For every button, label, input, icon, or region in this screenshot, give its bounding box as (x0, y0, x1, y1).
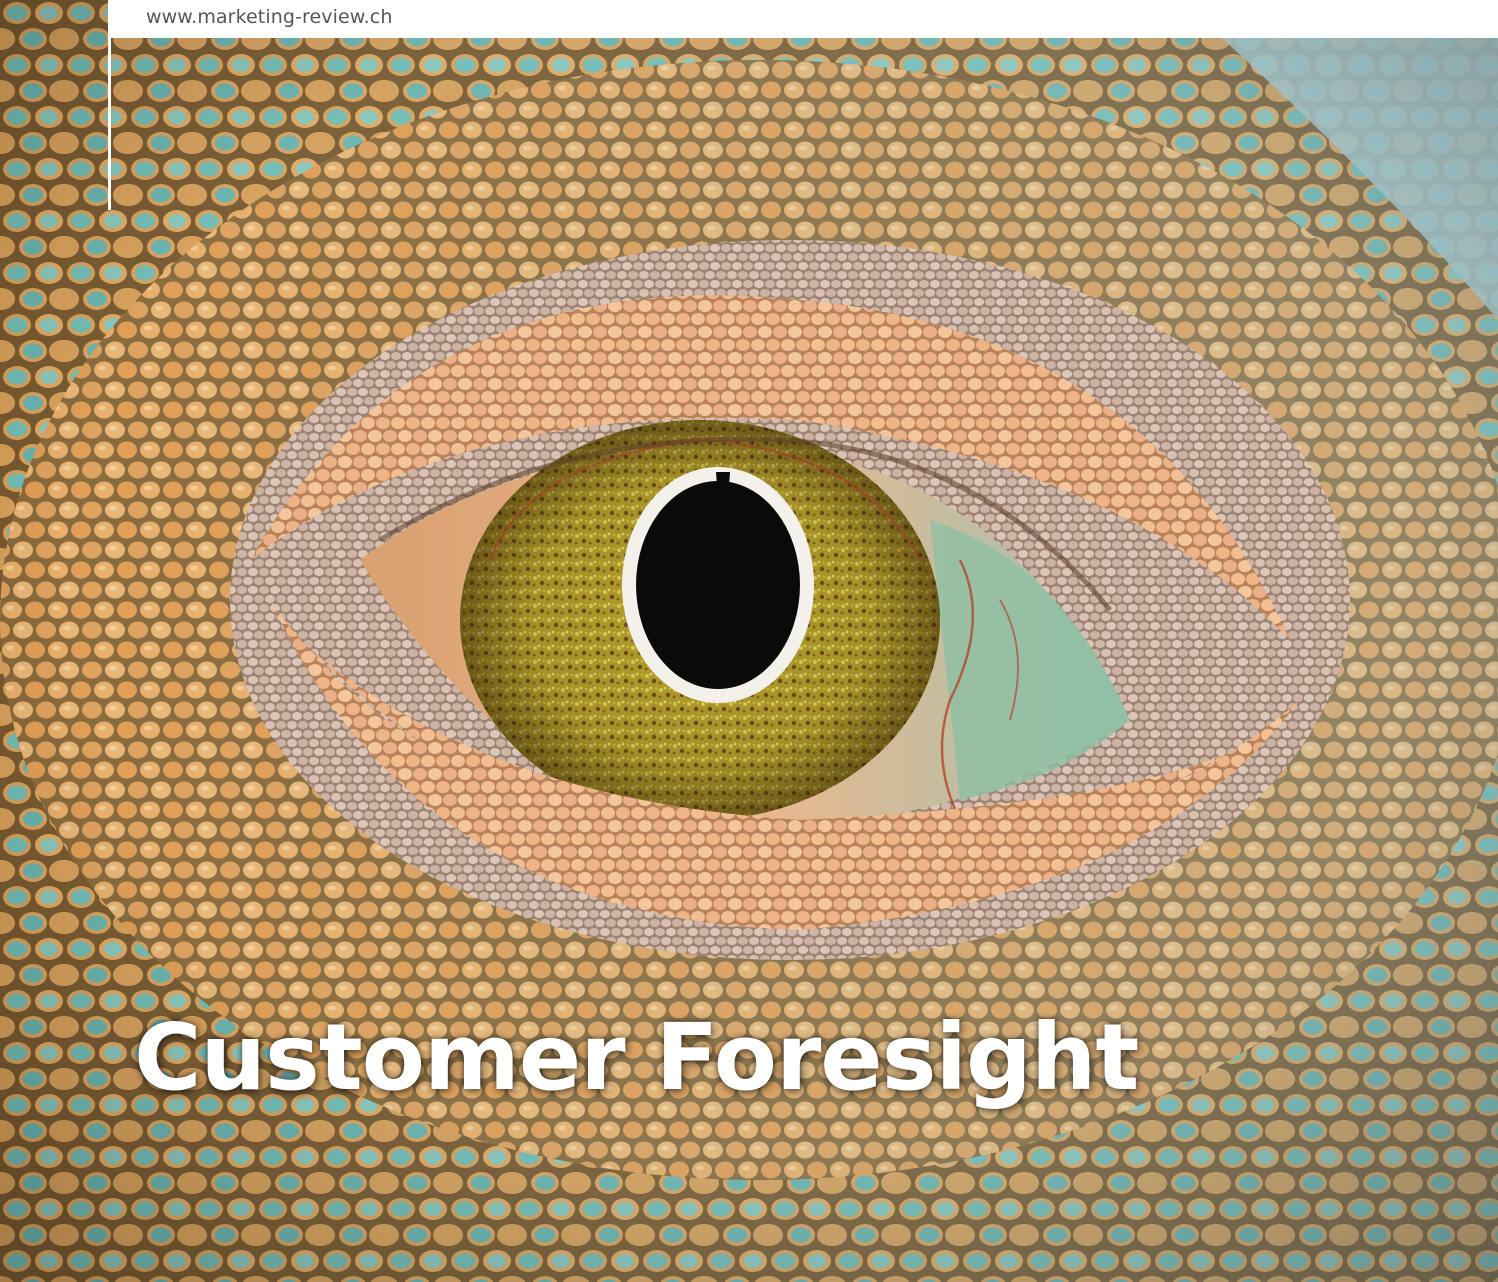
magazine-cover-page: www.marketing-review.ch Customer Foresig… (0, 0, 1498, 1282)
website-url: www.marketing-review.ch (146, 6, 393, 28)
cover-title: Customer Foresight (134, 1012, 1138, 1104)
header-divider (108, 0, 111, 210)
